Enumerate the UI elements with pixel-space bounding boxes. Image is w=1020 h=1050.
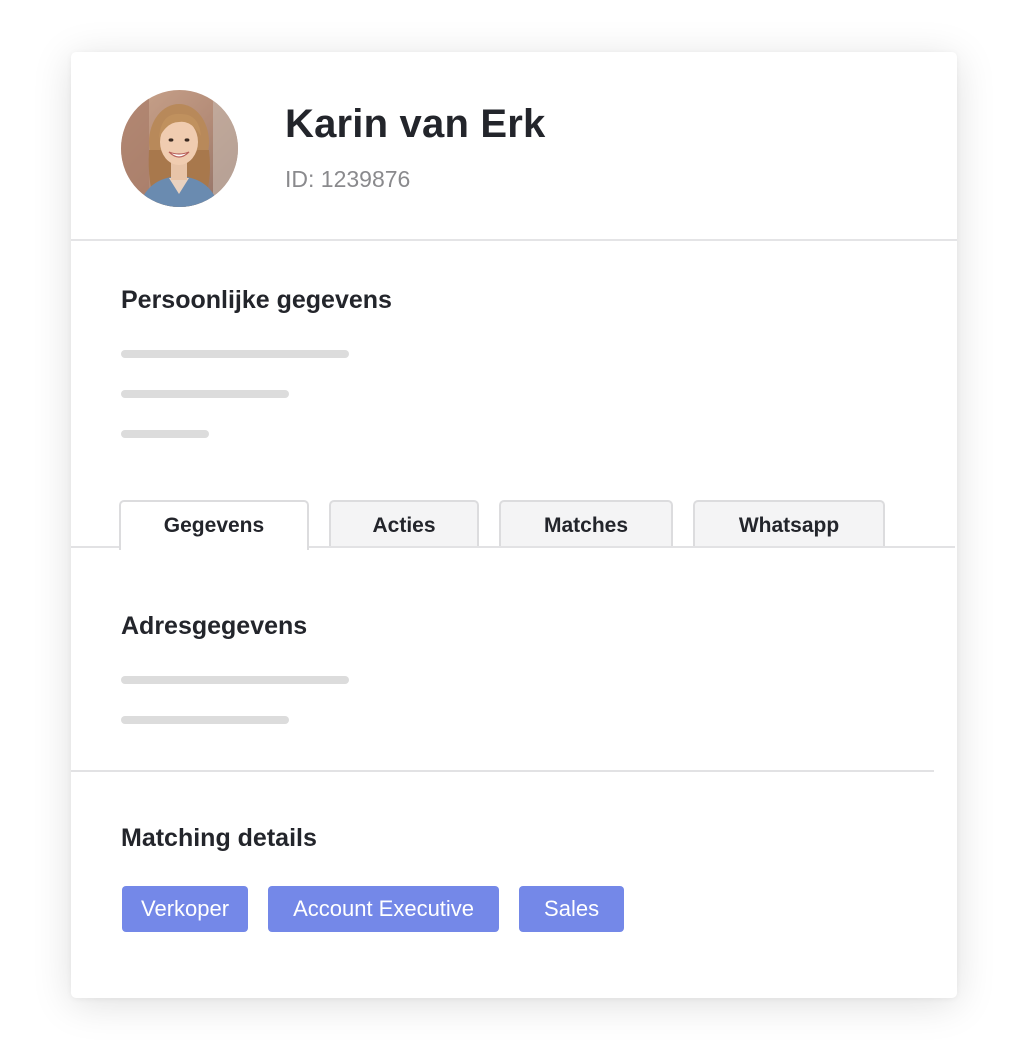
tag-sales[interactable]: Sales: [519, 886, 625, 932]
tab-matches[interactable]: Matches: [499, 500, 673, 548]
profile-id: ID: 1239876: [285, 166, 411, 192]
tab-acties[interactable]: Acties: [329, 500, 479, 548]
placeholder-line: [121, 390, 289, 398]
section-divider: [71, 770, 934, 772]
placeholder-line: [121, 430, 209, 438]
avatar: [121, 90, 238, 207]
avatar-photo-icon: [121, 90, 238, 207]
tag-account-executive[interactable]: Account Executive: [268, 886, 500, 932]
profile-name: Karin van Erk: [285, 102, 546, 146]
tag-verkoper[interactable]: Verkoper: [122, 886, 249, 932]
profile-header: Karin van Erk ID: 1239876: [71, 52, 957, 241]
placeholder-line: [121, 716, 289, 724]
placeholder-line: [121, 676, 349, 684]
profile-card: Karin van Erk ID: 1239876 Persoonlijke g…: [71, 52, 957, 998]
tab-gegevens[interactable]: Gegevens: [119, 500, 309, 550]
section-title-address: Adresgegevens: [121, 612, 308, 640]
matching-tags: Verkoper Account Executive Sales: [122, 886, 625, 932]
placeholder-line: [121, 350, 349, 358]
section-title-personal: Persoonlijke gegevens: [121, 286, 392, 314]
section-title-matching: Matching details: [121, 824, 317, 852]
tab-whatsapp[interactable]: Whatsapp: [693, 500, 885, 548]
